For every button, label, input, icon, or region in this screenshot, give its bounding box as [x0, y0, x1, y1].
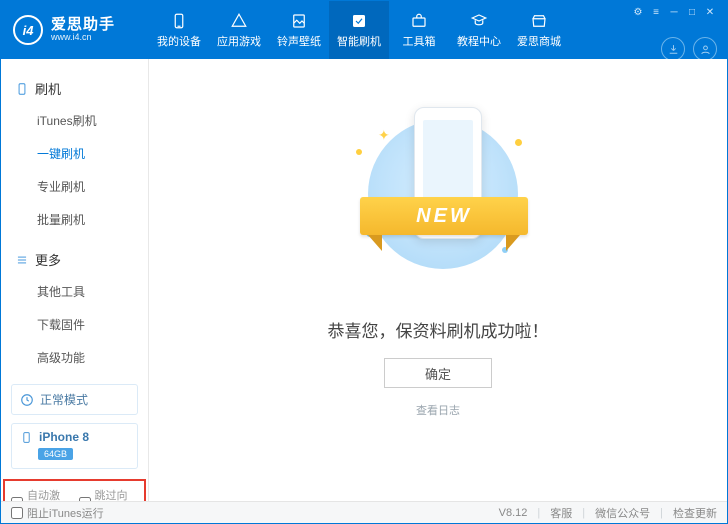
sidebar-group-more[interactable]: 更多	[1, 244, 148, 275]
phone-icon	[169, 12, 189, 30]
nav-label: 工具箱	[403, 33, 436, 49]
brand-name: 爱思助手	[51, 17, 115, 34]
nav-ringtones[interactable]: 铃声壁纸	[269, 1, 329, 59]
sidebar-group-title: 更多	[35, 250, 61, 269]
nav-label: 教程中心	[457, 33, 501, 49]
nav-flash[interactable]: 智能刷机	[329, 1, 389, 59]
sidebar-item-pro-flash[interactable]: 专业刷机	[1, 170, 148, 203]
storage-badge: 64GB	[38, 448, 73, 460]
brand-domain: www.i4.cn	[51, 33, 115, 43]
flash-icon	[349, 12, 369, 30]
mode-badge[interactable]: 正常模式	[11, 384, 138, 415]
success-illustration: ✦ ✦ NEW	[338, 109, 538, 299]
wechat-link[interactable]: 微信公众号	[595, 505, 650, 521]
nav-label: 我的设备	[157, 33, 201, 49]
close-icon[interactable]: ✕	[703, 6, 717, 18]
sidebar-item-download-firmware[interactable]: 下载固件	[1, 308, 148, 341]
new-ribbon: NEW	[360, 197, 528, 235]
mode-label: 正常模式	[40, 391, 88, 408]
view-log-link[interactable]: 查看日志	[416, 402, 460, 418]
nav-my-device[interactable]: 我的设备	[149, 1, 209, 59]
ok-button[interactable]: 确定	[384, 358, 492, 388]
tutorial-icon	[469, 12, 489, 30]
download-button[interactable]	[661, 37, 685, 61]
sidebar-group-title: 刷机	[35, 79, 61, 98]
nav-label: 爱思商城	[517, 33, 561, 49]
sidebar-item-other-tools[interactable]: 其他工具	[1, 275, 148, 308]
nav-label: 应用游戏	[217, 33, 261, 49]
sidebar-item-advanced[interactable]: 高级功能	[1, 341, 148, 374]
sparkle-icon: ✦	[378, 127, 390, 144]
settings-icon[interactable]: ⚙	[631, 6, 645, 18]
sidebar-item-oneclick-flash[interactable]: 一键刷机	[1, 137, 148, 170]
app-logo: i4 爱思助手 www.i4.cn	[1, 15, 149, 45]
nav-label: 智能刷机	[337, 33, 381, 49]
phone-outline-icon	[15, 82, 29, 96]
block-itunes-checkbox[interactable]: 阻止iTunes运行	[11, 505, 104, 521]
nav-apps[interactable]: 应用游戏	[209, 1, 269, 59]
wallpaper-icon	[289, 12, 309, 30]
minimize-icon[interactable]: ─	[667, 6, 681, 18]
logo-icon: i4	[13, 15, 43, 45]
user-button[interactable]	[693, 37, 717, 61]
store-icon	[529, 12, 549, 30]
sidebar-group-flash[interactable]: 刷机	[1, 73, 148, 104]
sidebar-item-batch-flash[interactable]: 批量刷机	[1, 203, 148, 236]
ribbon-text: NEW	[360, 197, 528, 235]
list-icon	[15, 253, 29, 267]
toolbox-icon	[409, 12, 429, 30]
sidebar-item-itunes-flash[interactable]: iTunes刷机	[1, 104, 148, 137]
check-update-link[interactable]: 检查更新	[673, 505, 717, 521]
support-link[interactable]: 客服	[550, 505, 572, 521]
top-nav: 我的设备 应用游戏 铃声壁纸 智能刷机 工具箱 教程中心	[149, 1, 569, 59]
device-card[interactable]: iPhone 8 64GB	[11, 423, 138, 469]
nav-label: 铃声壁纸	[277, 33, 321, 49]
nav-toolbox[interactable]: 工具箱	[389, 1, 449, 59]
main-content: ✦ ✦ NEW 恭喜您，保资料刷机成功啦！ 确定 查看日志	[149, 59, 727, 501]
menu-icon[interactable]: ≡	[649, 6, 663, 18]
device-name: iPhone 8	[39, 430, 89, 444]
apps-icon	[229, 12, 249, 30]
title-bar: i4 爱思助手 www.i4.cn 我的设备 应用游戏 铃声壁纸 智能刷机	[1, 1, 727, 59]
status-bar: 阻止iTunes运行 V8.12 | 客服 | 微信公众号 | 检查更新	[1, 501, 727, 523]
maximize-icon[interactable]: □	[685, 6, 699, 18]
version-label: V8.12	[499, 507, 528, 519]
sidebar: 刷机 iTunes刷机 一键刷机 专业刷机 批量刷机 更多 其他工具 下载固件 …	[1, 59, 149, 501]
success-message: 恭喜您，保资料刷机成功啦！	[328, 317, 549, 342]
checkbox-label: 阻止iTunes运行	[27, 505, 104, 521]
nav-tutorials[interactable]: 教程中心	[449, 1, 509, 59]
window-controls: ⚙ ≡ ─ □ ✕	[631, 6, 717, 18]
nav-store[interactable]: 爱思商城	[509, 1, 569, 59]
